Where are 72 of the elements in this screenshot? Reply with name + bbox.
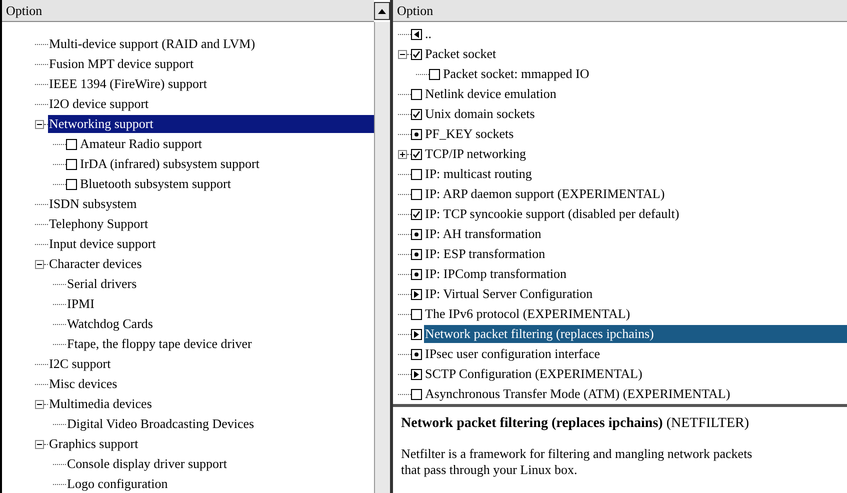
collapse-icon[interactable] — [35, 260, 44, 268]
tree-item[interactable]: Netlink device emulation — [424, 85, 558, 103]
tree-item[interactable]: Bluetooth subsystem support — [79, 175, 232, 193]
up-arrow-icon — [378, 8, 386, 14]
tree-item[interactable]: .. — [424, 25, 432, 43]
checkbox[interactable] — [429, 68, 440, 80]
checkbox[interactable] — [66, 158, 77, 170]
tree-item[interactable]: IrDA (infrared) subsystem support — [79, 155, 260, 173]
checkbox[interactable] — [411, 168, 422, 180]
scrollbar-track[interactable] — [374, 22, 390, 493]
column-header[interactable]: Option — [2, 0, 374, 22]
tree-item[interactable]: Asynchronous Transfer Mode (ATM) (EXPERIMENTAL) — [424, 385, 732, 403]
tree-item[interactable]: IP: IPComp transformation — [424, 265, 568, 283]
tree-item[interactable]: Amateur Radio support — [79, 135, 204, 153]
checkbox[interactable] — [411, 308, 422, 320]
checked-checkbox[interactable] — [411, 148, 422, 160]
submenu-arrow-icon[interactable] — [411, 368, 422, 380]
checked-checkbox[interactable] — [411, 48, 422, 60]
tree-item[interactable]: Serial drivers — [66, 275, 138, 293]
help-title: Network packet filtering (replaces ipchains) (NETFILTER) — [401, 415, 750, 433]
tree-item[interactable]: Unix domain sockets — [424, 105, 536, 123]
tree-item[interactable]: IP: multicast routing — [424, 165, 533, 183]
tree-item[interactable]: Fusion MPT device support — [48, 55, 195, 73]
tree-item[interactable]: IP: ESP transformation — [424, 245, 546, 263]
tree-item[interactable]: I2O device support — [48, 95, 150, 113]
tree-item[interactable]: IPsec user configuration interface — [424, 345, 602, 363]
tree-item[interactable]: Watchdog Cards — [66, 315, 154, 333]
tree-item[interactable]: IPMI — [66, 295, 96, 313]
checkbox[interactable] — [66, 178, 77, 190]
submenu-arrow-icon[interactable] — [411, 288, 422, 300]
column-header[interactable]: Option — [393, 0, 847, 22]
tree-item[interactable]: The IPv6 protocol (EXPERIMENTAL) — [424, 305, 632, 323]
tree-item[interactable]: PF_KEY sockets — [424, 125, 515, 143]
collapse-icon[interactable] — [35, 440, 44, 448]
tree-item[interactable]: IEEE 1394 (FireWire) support — [48, 75, 208, 93]
tree-item[interactable]: Misc devices — [48, 375, 118, 393]
collapse-icon[interactable] — [398, 50, 407, 58]
tree-item[interactable]: Networking support — [48, 115, 374, 133]
tree-item[interactable]: SCTP Configuration (EXPERIMENTAL) — [424, 365, 644, 383]
tree-item[interactable]: IP: AH transformation — [424, 225, 542, 243]
tree-item[interactable]: Ftape, the floppy tape device driver — [66, 335, 253, 353]
expand-icon[interactable] — [398, 150, 407, 158]
tree-item[interactable]: Network packet filtering (replaces ipchains) — [424, 325, 847, 343]
tree-item[interactable]: Console display driver support — [66, 455, 228, 473]
tree-item[interactable]: Character devices — [48, 255, 143, 273]
tree-item[interactable]: Packet socket — [424, 45, 498, 63]
tree-item[interactable]: Logo configuration — [66, 475, 169, 493]
tree-item[interactable]: IP: Virtual Server Configuration — [424, 285, 594, 303]
tree-item[interactable]: Input device support — [48, 235, 157, 253]
tree-item[interactable]: Multi-device support (RAID and LVM) — [48, 35, 256, 53]
tree-item[interactable]: IP: TCP syncookie support (disabled per default) — [424, 205, 680, 223]
tree-item[interactable]: Graphics support — [48, 435, 140, 453]
tree-item[interactable]: ISDN subsystem — [48, 195, 138, 213]
collapse-icon[interactable] — [35, 120, 44, 128]
tree-item[interactable]: IP: ARP daemon support (EXPERIMENTAL) — [424, 185, 666, 203]
tree-item[interactable]: Telephony Support — [48, 215, 150, 233]
checked-checkbox[interactable] — [411, 108, 422, 120]
checkbox[interactable] — [66, 138, 77, 150]
tree-item[interactable]: I2C support — [48, 355, 112, 373]
checkbox[interactable] — [411, 188, 422, 200]
tree-item[interactable]: Packet socket: mmapped IO — [442, 65, 590, 83]
tree-item[interactable]: TCP/IP networking — [424, 145, 527, 163]
checked-checkbox[interactable] — [411, 208, 422, 220]
scroll-up-button[interactable] — [374, 2, 390, 20]
tree-item[interactable]: Digital Video Broadcasting Devices — [66, 415, 256, 433]
tree-item[interactable]: Multimedia devices — [48, 395, 153, 413]
help-text: Netfilter is a framework for filtering and mangling network packets that pass through your Linux box. — [401, 446, 754, 478]
submenu-arrow-icon[interactable] — [411, 328, 422, 340]
checkbox[interactable] — [411, 388, 422, 400]
checkbox[interactable] — [411, 88, 422, 100]
collapse-icon[interactable] — [35, 400, 44, 408]
back-arrow-icon[interactable] — [411, 28, 422, 40]
